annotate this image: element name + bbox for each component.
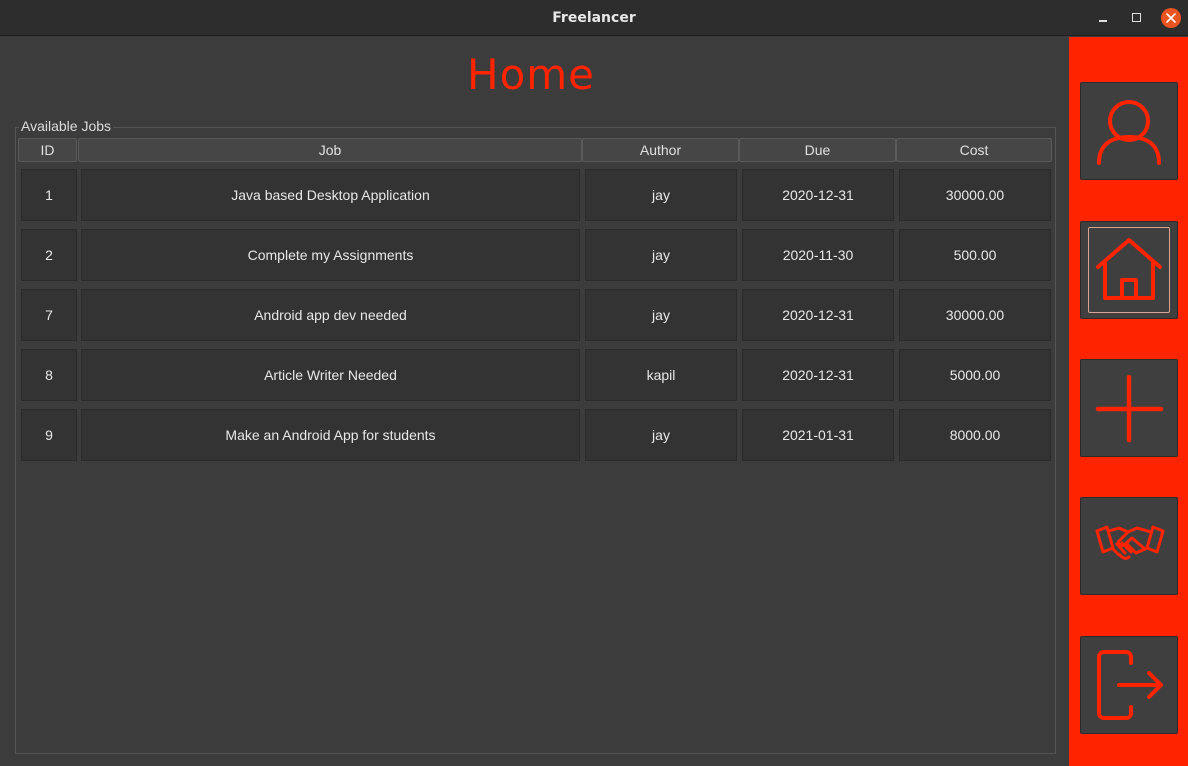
- cell-job[interactable]: Make an Android App for students: [81, 409, 580, 461]
- cell-cost[interactable]: 30000.00: [899, 289, 1051, 341]
- cell-id[interactable]: 9: [21, 409, 77, 461]
- column-header-due[interactable]: Due: [739, 138, 896, 162]
- cell-due[interactable]: 2020-12-31: [742, 289, 894, 341]
- cell-due[interactable]: 2020-12-31: [742, 349, 894, 401]
- cell-due[interactable]: 2020-11-30: [742, 229, 894, 281]
- nav-sidebar: [1069, 37, 1188, 766]
- window-title: Freelancer: [552, 10, 636, 26]
- cell-author[interactable]: jay: [585, 169, 737, 221]
- cell-cost[interactable]: 8000.00: [899, 409, 1051, 461]
- cell-due[interactable]: 2021-01-31: [742, 409, 894, 461]
- cell-id[interactable]: 8: [21, 349, 77, 401]
- cell-id[interactable]: 2: [21, 229, 77, 281]
- cell-cost[interactable]: 30000.00: [899, 169, 1051, 221]
- minimize-button[interactable]: [1093, 8, 1113, 28]
- cell-id[interactable]: 1: [21, 169, 77, 221]
- cell-job[interactable]: Java based Desktop Application: [81, 169, 580, 221]
- close-button[interactable]: [1161, 8, 1181, 28]
- cell-due[interactable]: 2020-12-31: [742, 169, 894, 221]
- plus-icon: [1095, 374, 1164, 443]
- home-button[interactable]: [1080, 221, 1178, 319]
- user-icon: [1097, 100, 1161, 165]
- app-window: Freelancer Home Available Jobs ID Job Au…: [0, 0, 1188, 766]
- cell-cost[interactable]: 5000.00: [899, 349, 1051, 401]
- cell-author[interactable]: jay: [585, 289, 737, 341]
- profile-button[interactable]: [1080, 82, 1178, 180]
- column-header-id[interactable]: ID: [18, 138, 77, 162]
- column-header-job[interactable]: Job: [78, 138, 582, 162]
- logout-button[interactable]: [1080, 636, 1178, 734]
- handshake-icon: [1095, 525, 1165, 560]
- main-content: Home Available Jobs ID Job Author Due Co…: [3, 37, 1069, 766]
- close-icon: [1166, 13, 1176, 23]
- deals-button[interactable]: [1080, 497, 1178, 595]
- cell-cost[interactable]: 500.00: [899, 229, 1051, 281]
- cell-author[interactable]: jay: [585, 229, 737, 281]
- cell-author[interactable]: jay: [585, 409, 737, 461]
- cell-job[interactable]: Android app dev needed: [81, 289, 580, 341]
- page-title: Home: [466, 50, 596, 99]
- column-header-author[interactable]: Author: [582, 138, 739, 162]
- cell-job[interactable]: Complete my Assignments: [81, 229, 580, 281]
- logout-icon: [1097, 650, 1163, 720]
- add-job-button[interactable]: [1080, 359, 1178, 457]
- column-header-cost[interactable]: Cost: [896, 138, 1052, 162]
- home-icon: [1096, 238, 1162, 300]
- cell-author[interactable]: kapil: [585, 349, 737, 401]
- title-bar: Freelancer: [0, 0, 1188, 36]
- maximize-button[interactable]: [1127, 8, 1147, 28]
- cell-id[interactable]: 7: [21, 289, 77, 341]
- jobs-group-label: Available Jobs: [19, 118, 114, 134]
- cell-job[interactable]: Article Writer Needed: [81, 349, 580, 401]
